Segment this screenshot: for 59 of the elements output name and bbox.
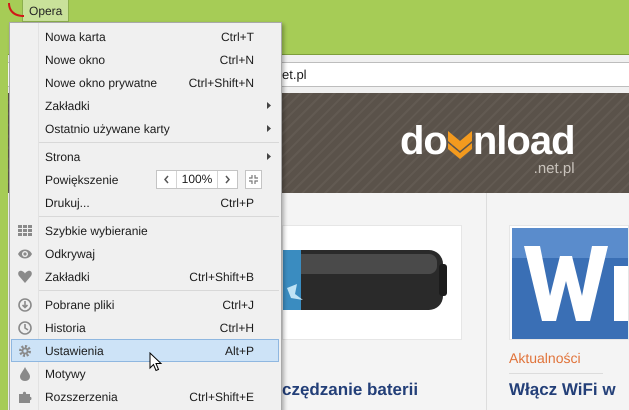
menu-item-label: Motywy [45, 366, 86, 380]
menu-item[interactable]: Zakładki [11, 94, 279, 117]
shortcut-text: Ctrl+P [220, 196, 254, 210]
menu-item-label: Nowe okno prywatne [45, 76, 158, 90]
fullscreen-icon [248, 174, 259, 185]
menu-item[interactable]: Szybkie wybieranie [11, 219, 279, 242]
menu-item-label: Szybkie wybieranie [45, 224, 148, 238]
menu-item-label: Historia [45, 320, 86, 334]
menu-item-label: Ostatnio używane karty [45, 122, 170, 136]
menu-item[interactable]: Ostatnio używane karty [11, 117, 279, 140]
menu-item[interactable]: Ustawienia Alt+P [11, 339, 279, 362]
heart-icon [18, 270, 32, 284]
opera-logo-icon [8, 3, 24, 17]
article-title[interactable]: czędzanie baterii [282, 380, 486, 400]
drop-icon [18, 366, 32, 380]
puzzle-icon [18, 390, 32, 404]
menu-item-label: Zakładki [45, 270, 90, 284]
eye-icon [18, 246, 32, 260]
menu-item-label: Strona [45, 150, 80, 164]
menu-item[interactable]: Historia Ctrl+H [11, 316, 279, 339]
menu-item-label: Ustawienia [45, 344, 104, 358]
chevron-right-icon [224, 175, 231, 184]
grid-icon [18, 224, 32, 238]
menu-item[interactable]: Odkrywaj [11, 242, 279, 265]
opera-menu-button[interactable]: Opera [22, 0, 69, 22]
menu-item-label: Powiększenie [45, 172, 118, 186]
menu-item-label: Rozszerzenia [45, 390, 118, 404]
gear-icon [18, 344, 32, 358]
download-icon [18, 298, 32, 312]
chevron-left-icon [163, 175, 170, 184]
menu-item[interactable]: Motywy [11, 362, 279, 385]
menu-item-label: Nowa karta [45, 30, 106, 44]
menu-item-label: Pobrane pliki [45, 298, 114, 312]
shortcut-text: Ctrl+J [222, 298, 254, 312]
menu-item[interactable]: Zakładki Ctrl+Shift+B [11, 265, 279, 288]
shortcut-text: Ctrl+Shift+B [189, 270, 254, 284]
logo-suffix: .net.pl [534, 161, 575, 177]
menu-item[interactable]: Nowa karta Ctrl+T [11, 25, 279, 48]
menu-item[interactable]: Powiększenie 100% [11, 168, 279, 191]
shortcut-text: Ctrl+H [220, 320, 254, 334]
logo-text: do [400, 121, 447, 161]
clock-icon [18, 320, 32, 334]
shortcut-text: Ctrl+Shift+E [189, 390, 254, 404]
shortcut-text: Alt+P [224, 344, 254, 358]
menu-item-label: Drukuj... [45, 196, 90, 210]
address-text: et.pl [282, 67, 307, 82]
shortcut-text: Ctrl+T [221, 30, 254, 44]
chevron-down-icon [448, 129, 472, 159]
menu-item[interactable]: Rozszerzenia Ctrl+Shift+E [11, 385, 279, 408]
logo-text: nload [472, 121, 575, 161]
shortcut-text: Ctrl+Shift+N [188, 76, 254, 90]
menu-item-label: Odkrywaj [45, 246, 96, 260]
cursor-icon [149, 352, 163, 372]
menu-item[interactable]: Strona [11, 145, 279, 168]
menu-item-label: Zakładki [45, 98, 90, 112]
article-title[interactable]: Włącz WiFi w [509, 380, 629, 400]
menu-item[interactable]: Drukuj... Ctrl+P [11, 191, 279, 214]
fullscreen-button[interactable] [245, 170, 262, 189]
menu-item[interactable]: Pobrane pliki Ctrl+J [11, 293, 279, 316]
